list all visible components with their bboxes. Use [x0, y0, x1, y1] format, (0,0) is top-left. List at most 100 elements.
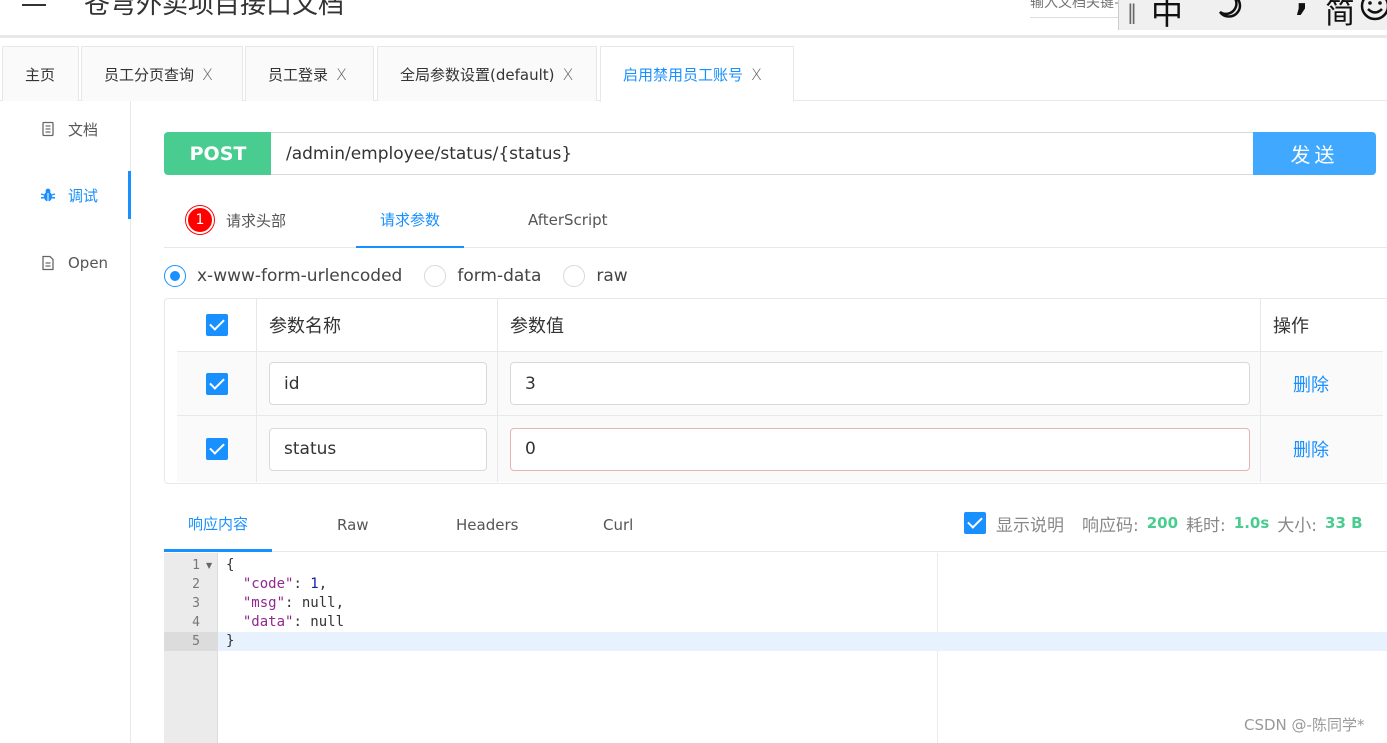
select-all-checkbox[interactable] [205, 314, 228, 336]
bug-icon [40, 188, 56, 202]
tab-global-params[interactable]: 全局参数设置(default) X [377, 46, 597, 101]
tab-label: 请求参数 [379, 210, 440, 229]
show-description-checkbox[interactable] [964, 512, 986, 534]
delete-link[interactable]: 删除 [1293, 436, 1329, 462]
radio-urlencoded[interactable]: x-www-form-urlencoded [164, 265, 402, 287]
watermark: CSDN @-陈同学* [1244, 716, 1365, 734]
radio-dot [164, 265, 186, 287]
response-code-editor[interactable]: 1 ▼ 2 3 4 5 { "code": 1, "msg": null, "d… [164, 553, 1387, 743]
tab-after-script[interactable]: AfterScript [528, 192, 608, 248]
tab-label: 主页 [25, 65, 56, 84]
code-line: "msg": null, [242, 595, 345, 611]
code-line: "code": 1, [242, 576, 328, 592]
page-tabs: 主页 员工分页查询 X 员工登录 X 全局参数设置(default) X 启用禁… [0, 46, 1387, 102]
nav-item-label: 文档 [68, 120, 99, 139]
close-icon[interactable]: X [202, 65, 213, 84]
app-title: 苍穹外卖项目接口文档 [84, 0, 345, 20]
header-checkbox-cell [177, 299, 257, 351]
tab-label: 员工登录 [268, 65, 329, 84]
tab-response-content[interactable]: 响应内容 [164, 498, 272, 552]
tab-request-headers[interactable]: 1 请求头部 [186, 192, 286, 248]
ime-mode[interactable]: 中 [1151, 0, 1183, 30]
radio-form-data[interactable]: form-data [424, 265, 541, 287]
tab-request-params[interactable]: 请求参数 [356, 192, 464, 248]
tab-employee-login[interactable]: 员工登录 X [245, 46, 374, 101]
size-value: 33 B [1325, 514, 1363, 532]
response-meta: 显示说明 响应码: 200 耗时: 1.0s 大小: 33 B [964, 498, 1363, 548]
tab-employee-page-query[interactable]: 员工分页查询 X [81, 46, 243, 101]
nav-item-open[interactable]: Open [0, 239, 131, 287]
show-description-label: 显示说明 [996, 515, 1064, 536]
param-value-input[interactable] [510, 427, 1250, 471]
param-name-input[interactable] [269, 427, 487, 471]
tab-headers[interactable]: Headers [456, 498, 518, 552]
operation-cell: 删除 [1261, 352, 1383, 415]
close-icon[interactable]: X [751, 65, 762, 84]
code-line: } [218, 632, 1387, 651]
header-operation: 操作 [1273, 316, 1309, 337]
param-value-cell [498, 352, 1261, 415]
status-code-value: 200 [1146, 514, 1179, 532]
row-checkbox-cell [177, 416, 257, 482]
param-value-input[interactable] [510, 362, 1250, 405]
tab-raw[interactable]: Raw [337, 498, 369, 552]
nav-item-debug[interactable]: 调试 [0, 171, 131, 219]
line-number: 5 [164, 632, 218, 651]
tab-label: Curl [603, 516, 634, 534]
tab-enable-disable-account[interactable]: 启用禁用员工账号 X [600, 46, 794, 102]
radio-label: x-www-form-urlencoded [197, 266, 403, 286]
count-badge: 1 [186, 206, 214, 234]
param-value-cell [498, 416, 1261, 482]
table-row: 删除 [177, 352, 1383, 416]
tab-home[interactable]: 主页 [2, 46, 79, 101]
time-label: 耗时: [1186, 515, 1226, 536]
time-value: 1.0s [1233, 514, 1270, 532]
row-checkbox[interactable] [205, 438, 228, 460]
top-header: 苍穹外卖项目接口文档 ‖ 中 °, 简 [0, 0, 1387, 38]
ime-charset[interactable]: 简 [1325, 0, 1355, 30]
delete-link[interactable]: 删除 [1293, 371, 1329, 397]
tab-curl[interactable]: Curl [603, 498, 633, 552]
nav-item-label: Open [68, 254, 109, 272]
line-number: 4 [192, 615, 200, 630]
params-table: 参数名称 参数值 操作 删除 删除 [164, 298, 1387, 484]
moon-icon[interactable] [1215, 0, 1243, 20]
tab-label: AfterScript [528, 211, 608, 229]
tab-label: 请求头部 [226, 211, 287, 230]
search-input[interactable] [1030, 0, 1118, 18]
ime-punctuation[interactable]: °, [1277, 0, 1309, 19]
code-line: "data": null [242, 614, 345, 630]
send-button[interactable]: 发送 [1253, 132, 1376, 175]
param-name-cell [257, 416, 498, 482]
close-icon[interactable]: X [562, 65, 573, 84]
operation-cell: 删除 [1261, 416, 1383, 482]
radio-label: raw [596, 266, 628, 286]
response-tabs: 响应内容 Raw Headers Curl 显示说明 响应码: 200 耗时: … [164, 498, 1387, 552]
nav-item-docs[interactable]: 文档 [0, 105, 131, 153]
tab-label: Raw [337, 516, 369, 534]
line-number-gutter: 1 ▼ 2 3 4 5 [164, 553, 218, 743]
request-url-input[interactable] [271, 132, 1254, 175]
header-param-name: 参数名称 [257, 299, 498, 351]
radio-dot [424, 265, 447, 287]
body-type-radios: x-www-form-urlencoded form-data raw [164, 262, 650, 290]
param-name-input[interactable] [269, 362, 487, 405]
radio-label: form-data [457, 266, 542, 286]
row-checkbox[interactable] [205, 372, 228, 395]
row-checkbox-cell [177, 352, 257, 415]
fold-arrow-icon[interactable]: ▼ [206, 556, 212, 575]
table-header-row: 参数名称 参数值 操作 [177, 299, 1383, 352]
line-number: 2 [192, 577, 200, 592]
document-icon [42, 121, 54, 137]
line-number: 3 [192, 596, 200, 611]
close-icon[interactable]: X [336, 65, 347, 84]
smile-icon[interactable] [1359, 0, 1387, 22]
menu-icon[interactable] [22, 0, 46, 10]
request-tabs: 1 请求头部 请求参数 AfterScript [164, 192, 1387, 248]
tab-label: 启用禁用员工账号 [623, 66, 744, 84]
size-label: 大小: [1277, 515, 1318, 536]
radio-raw[interactable]: raw [563, 265, 628, 287]
code-line: { [226, 557, 235, 573]
sub-nav: 文档 调试 Open [0, 101, 131, 743]
table-row: 删除 [177, 416, 1383, 482]
